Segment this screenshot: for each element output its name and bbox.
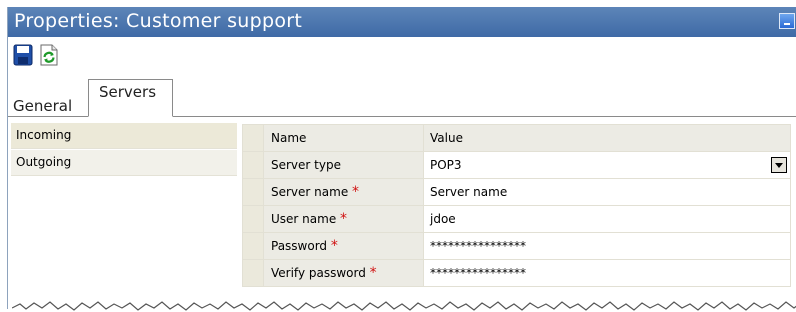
- property-label: User name *: [263, 205, 424, 233]
- row-header-cell: [242, 205, 264, 233]
- server-type-select[interactable]: POP3: [423, 151, 791, 179]
- required-marker: *: [340, 211, 348, 227]
- tab-servers-label: Servers: [99, 83, 157, 101]
- column-header-value: Value: [423, 124, 791, 152]
- tab-general[interactable]: General: [8, 95, 91, 116]
- required-marker: *: [369, 265, 377, 281]
- properties-window: Properties: Customer support General Ser…: [7, 7, 796, 311]
- window-titlebar[interactable]: Properties: Customer support: [8, 7, 796, 37]
- property-label: Server name *: [263, 178, 424, 206]
- refresh-button[interactable]: [40, 44, 62, 68]
- property-label-text: Server type: [271, 158, 341, 172]
- property-label-text: Server name: [271, 185, 349, 199]
- verify-password-value: ****************: [430, 266, 526, 280]
- grid-header-row: Name Value: [242, 124, 791, 152]
- properties-grid: Name Value Server type POP3 Server name …: [242, 124, 791, 287]
- server-list: Incoming Outgoing: [8, 123, 237, 283]
- column-header-name: Name: [263, 124, 424, 152]
- save-icon: [13, 44, 33, 66]
- table-row: Password * ****************: [242, 232, 791, 260]
- row-header-cell: [242, 232, 264, 260]
- verify-password-field[interactable]: ****************: [423, 259, 791, 287]
- tab-general-label: General: [13, 97, 73, 115]
- property-label-text: Password: [271, 239, 328, 253]
- password-value: ****************: [430, 239, 526, 253]
- table-row: User name * jdoe: [242, 205, 791, 233]
- server-type-value: POP3: [430, 158, 462, 172]
- row-header-cell: [242, 259, 264, 287]
- jagged-edge-decoration: [12, 301, 796, 311]
- property-label-text: Verify password: [271, 266, 366, 280]
- user-name-value: jdoe: [430, 212, 456, 226]
- required-marker: *: [352, 184, 360, 200]
- minimize-icon[interactable]: [779, 13, 795, 29]
- tab-servers[interactable]: Servers: [88, 79, 173, 117]
- chevron-down-icon[interactable]: [771, 157, 787, 173]
- row-header-cell: [242, 151, 264, 179]
- refresh-icon: [40, 44, 58, 66]
- password-field[interactable]: ****************: [423, 232, 791, 260]
- property-label: Verify password *: [263, 259, 424, 287]
- window-title: Properties: Customer support: [14, 10, 303, 32]
- server-name-field[interactable]: Server name: [423, 178, 791, 206]
- table-row: Server type POP3: [242, 151, 791, 179]
- property-label-text: User name: [271, 212, 337, 226]
- table-row: Verify password * ****************: [242, 259, 791, 287]
- sidebar-item-incoming[interactable]: Incoming: [11, 123, 237, 149]
- tab-bar: General Servers: [8, 73, 796, 117]
- user-name-field[interactable]: jdoe: [423, 205, 791, 233]
- required-marker: *: [330, 238, 338, 254]
- sidebar-item-label: Outgoing: [16, 155, 72, 169]
- property-label: Server type: [263, 151, 424, 179]
- row-header-cell: [242, 124, 264, 152]
- property-label: Password *: [263, 232, 424, 260]
- save-button[interactable]: [13, 44, 35, 68]
- server-name-value: Server name: [430, 185, 508, 199]
- sidebar-item-label: Incoming: [16, 128, 72, 142]
- row-header-cell: [242, 178, 264, 206]
- table-row: Server name * Server name: [242, 178, 791, 206]
- sidebar-item-outgoing[interactable]: Outgoing: [11, 150, 237, 176]
